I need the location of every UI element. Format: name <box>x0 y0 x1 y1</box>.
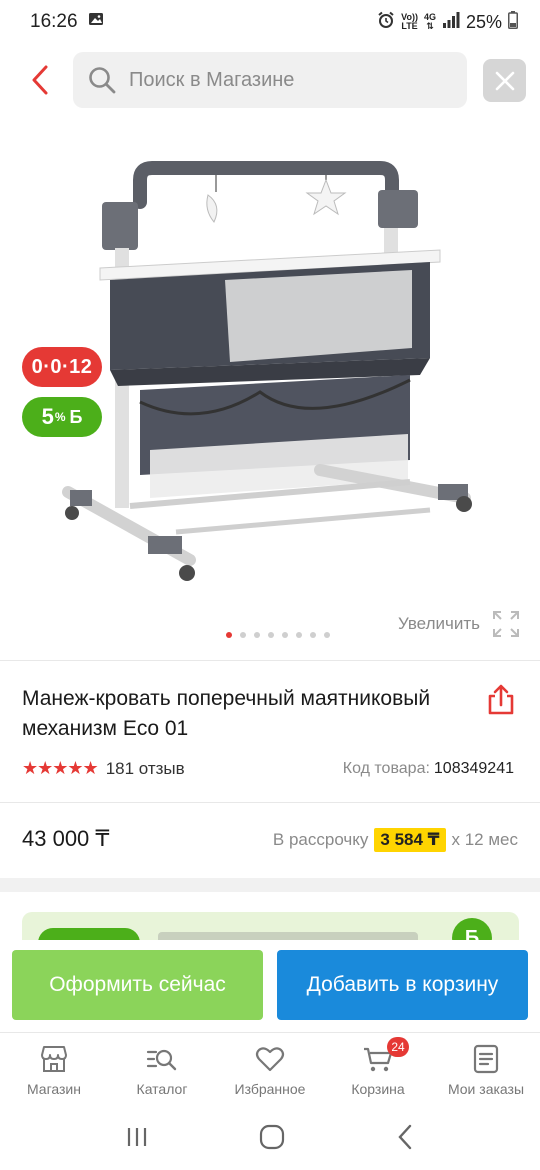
chevron-left-icon <box>32 65 48 95</box>
buy-now-button[interactable]: Оформить сейчас <box>12 950 263 1020</box>
nav-item-cart[interactable]: 24 Корзина <box>324 1033 432 1108</box>
installment-suffix: x 12 мес <box>451 830 519 849</box>
search-box[interactable] <box>73 52 467 108</box>
sku: Код товара: 108349241 <box>343 760 514 778</box>
product-gallery[interactable]: 0·0·12 5% Б Увеличить <box>0 130 540 660</box>
rating-row[interactable]: ★★★★★ 181 отзыв <box>22 758 185 779</box>
lte-text: LTE <box>401 21 418 31</box>
gallery-notification-icon <box>88 11 104 33</box>
battery-icon <box>508 10 518 34</box>
shop-icon <box>41 1046 67 1072</box>
reviews-count[interactable]: 181 отзыв <box>106 759 185 779</box>
data-arrows-icon: ⇅ <box>426 21 434 31</box>
network-indicator: 4G ⇅ <box>424 13 436 31</box>
product-price: 43 000 ₸ <box>22 826 110 851</box>
bonus-currency: Б <box>69 406 83 427</box>
pagination-dot[interactable] <box>282 632 288 638</box>
search-icon <box>89 67 116 94</box>
share-icon <box>488 684 514 715</box>
system-back-button[interactable] <box>395 1124 415 1155</box>
bonus-badge: 5% Б <box>22 397 102 437</box>
cart-count-badge: 24 <box>387 1037 409 1057</box>
nav-label-orders: Мои заказы <box>447 1081 525 1097</box>
divider <box>0 660 540 661</box>
nav-label-cart: Корзина <box>351 1081 405 1097</box>
section-separator <box>0 878 540 892</box>
action-bar: Оформить сейчас Добавить в корзину <box>0 940 540 1032</box>
signal-icon <box>442 11 460 33</box>
pagination-dot[interactable] <box>240 632 246 638</box>
sku-label: Код товара: <box>342 760 430 777</box>
bonus-percent: % <box>54 410 66 424</box>
pagination-dot[interactable] <box>324 632 330 638</box>
home-icon <box>259 1124 285 1149</box>
home-button[interactable] <box>259 1124 285 1155</box>
installment-badge: 0·0·12 <box>22 347 102 387</box>
pagination-dot[interactable] <box>296 632 302 638</box>
nav-item-favorites[interactable]: Избранное <box>216 1033 324 1108</box>
gallery-pagination[interactable] <box>0 632 540 638</box>
recent-apps-icon <box>127 1127 147 1146</box>
rating-stars: ★★★★★ <box>22 758 99 778</box>
search-input[interactable] <box>129 68 449 92</box>
installment-prefix: В рассрочку <box>272 830 369 849</box>
pagination-dot[interactable] <box>226 632 232 638</box>
pagination-dot[interactable] <box>268 632 274 638</box>
nav-item-catalog[interactable]: Каталог <box>108 1033 216 1108</box>
share-button[interactable] <box>484 683 518 717</box>
nav-item-orders[interactable]: Мои заказы <box>432 1033 540 1108</box>
product-title: Манеж-кровать поперечный маятниковый мех… <box>22 687 431 740</box>
battery-percent: 25% <box>465 11 502 32</box>
nav-label-favorites: Избранное <box>234 1081 306 1097</box>
sku-value: 108349241 <box>433 760 514 777</box>
close-icon <box>495 71 514 90</box>
add-to-cart-button[interactable]: Добавить в корзину <box>277 950 528 1020</box>
search-header <box>0 50 540 110</box>
installment-amount: 3 584 ₸ <box>374 828 446 852</box>
status-bar: 16:26 Vo)) LTE 4G ⇅ 25% <box>0 0 540 44</box>
installment-info[interactable]: В рассрочку 3 584 ₸ x 12 мес <box>273 828 518 852</box>
nav-label-shop: Магазин <box>26 1081 81 1097</box>
bonus-value: 5 <box>41 404 54 429</box>
pagination-dot[interactable] <box>310 632 316 638</box>
back-icon <box>398 1124 412 1149</box>
pagination-dot[interactable] <box>254 632 260 638</box>
recent-apps-button[interactable] <box>125 1125 149 1154</box>
back-button[interactable] <box>12 52 68 108</box>
bottom-nav: Магазин Каталог Избранное 24 Корзина Мои… <box>0 1032 540 1108</box>
status-time: 16:26 <box>30 11 78 32</box>
clear-search-button[interactable] <box>483 59 526 102</box>
system-nav-bar <box>0 1108 540 1170</box>
zoom-label: Увеличить <box>398 614 480 633</box>
nav-item-shop[interactable]: Магазин <box>0 1033 108 1108</box>
orders-icon <box>473 1044 499 1074</box>
nav-label-catalog: Каталог <box>136 1081 188 1097</box>
alarm-icon <box>377 11 395 34</box>
catalog-icon <box>146 1049 177 1071</box>
volte-indicator: Vo)) LTE <box>401 13 418 31</box>
divider <box>0 802 540 803</box>
heart-icon <box>255 1047 285 1072</box>
